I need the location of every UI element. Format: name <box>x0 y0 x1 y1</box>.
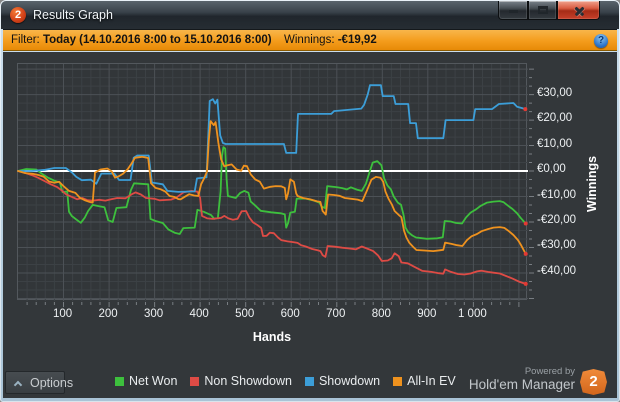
help-icon[interactable]: ? <box>594 33 608 48</box>
legend-label: Showdown <box>318 374 381 388</box>
legend-color-swatch <box>115 376 124 386</box>
y-tick-label: -€40,00 <box>537 264 577 277</box>
legend-color-swatch <box>304 376 314 386</box>
chevron-up-icon <box>13 380 23 390</box>
x-tick-label: 100 <box>52 308 73 320</box>
x-tick-label: 1 000 <box>457 308 487 320</box>
y-axis-title: Winnings <box>585 155 599 213</box>
x-tick-label: 900 <box>417 308 437 320</box>
x-tick-label: 800 <box>371 308 391 320</box>
plot-area[interactable] <box>17 63 534 307</box>
options-button[interactable]: Options <box>5 371 73 394</box>
close-icon <box>574 5 585 16</box>
y-tick-label: €30,00 <box>537 86 573 99</box>
filter-bar: Filter: Today (14.10.2016 8:00 to 15.10.… <box>3 29 617 51</box>
bottom-bar: Options Net Won Non Showdown Showdown All-I… <box>3 366 617 398</box>
title-bar[interactable]: 2 Results Graph <box>1 1 619 29</box>
x-tick-label: 700 <box>326 308 346 320</box>
y-axis-tick-labels: €30,00 €20,00 €10,00 €0,00 -€10,00 -€20,00 -€3… <box>533 63 589 300</box>
legend-item[interactable]: Showdown <box>304 374 381 388</box>
maximize-icon <box>538 6 548 14</box>
winnings-label: Winnings: <box>284 34 335 46</box>
filter-label: Filter: <box>11 34 40 46</box>
filter-range: Today (14.10.2016 8:00 to 15.10.2016 8:0… <box>42 34 272 46</box>
legend-item[interactable]: All-In EV <box>393 374 456 388</box>
legend-color-swatch <box>393 376 403 386</box>
minimize-button[interactable] <box>498 1 528 20</box>
y-tick-label: -€30,00 <box>537 239 577 252</box>
x-tick-label: 500 <box>235 308 255 320</box>
holdem-manager-text: Hold'em Manager <box>468 377 575 392</box>
x-tick-label: 200 <box>98 308 118 320</box>
y-tick-label: €10,00 <box>537 137 573 150</box>
results-graph-window: 2 Results Graph Filter: Today (14.10.201… <box>0 0 620 402</box>
y-tick-label: €20,00 <box>537 112 573 125</box>
x-axis-tick-labels: 100 200 300 400 500 600 700 800 900 1 000 <box>17 308 527 322</box>
minimize-icon <box>509 10 518 13</box>
window-title: Results Graph <box>33 8 113 22</box>
legend-label: All-In EV <box>407 374 456 388</box>
maximize-button[interactable] <box>528 1 557 20</box>
chart-legend: Net Won Non Showdown Showdown All-In EV <box>115 374 456 388</box>
y-tick-label: -€10,00 <box>537 188 577 201</box>
hm2-logo-icon: 2 <box>580 369 607 395</box>
legend-item[interactable]: Net Won <box>115 374 177 388</box>
legend-label: Non Showdown <box>204 374 292 388</box>
options-button-label: Options <box>30 376 74 390</box>
x-tick-label: 400 <box>189 308 209 320</box>
x-axis-title: Hands <box>252 330 292 344</box>
y-tick-label: -€20,00 <box>537 214 577 226</box>
x-tick-label: 300 <box>144 308 164 320</box>
window-controls <box>498 1 600 20</box>
plot-svg <box>17 64 534 307</box>
y-tick-label: €0,00 <box>537 163 566 176</box>
legend-label: Net Won <box>129 374 178 388</box>
x-tick-label: 600 <box>280 308 300 320</box>
legend-color-swatch <box>190 376 200 386</box>
legend-item[interactable]: Non Showdown <box>190 374 292 388</box>
chart-panel: 100 200 300 400 500 600 700 800 900 1 000 €30,00 €… <box>3 52 617 398</box>
close-button[interactable] <box>557 1 600 20</box>
hm2-app-icon: 2 <box>10 7 26 23</box>
winnings-value: -€19,92 <box>337 34 377 46</box>
powered-by-text: Powered by <box>524 366 575 377</box>
branding: Powered by Hold'em Manager 2 <box>461 366 611 398</box>
